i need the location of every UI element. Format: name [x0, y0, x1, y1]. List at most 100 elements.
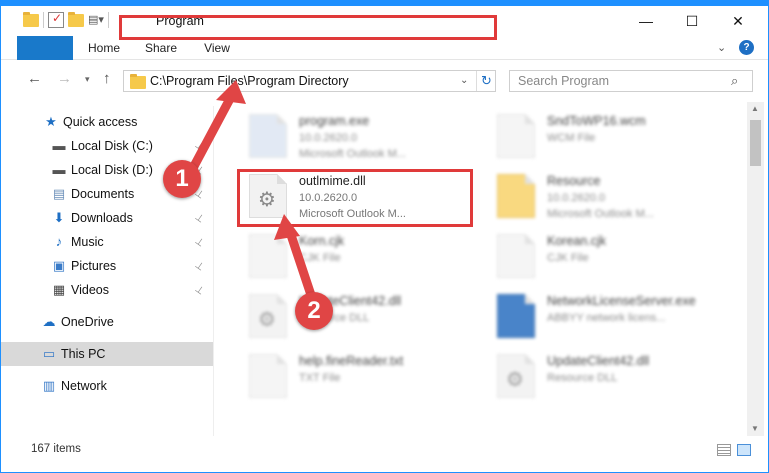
network-icon: ▥ — [42, 378, 56, 393]
tab-home[interactable]: Home — [85, 36, 123, 60]
sidebar-item[interactable]: ▬ Local Disk (C:) ⊥ — [1, 134, 213, 158]
pin-icon[interactable]: ⊥ — [193, 139, 206, 153]
dll-file-icon: ⚙ — [249, 294, 287, 338]
folder-icon — [23, 12, 39, 28]
file-list: program.exe 10.0.2620.0 Microsoft Outlook … — [225, 102, 745, 434]
help-icon[interactable]: ? — [739, 40, 754, 55]
file-name: program.exe — [299, 114, 370, 128]
maximize-button[interactable]: ☐ — [669, 6, 715, 36]
document-icon: ▤ — [52, 186, 66, 201]
address-dropdown-icon[interactable]: ⌄ — [460, 75, 468, 86]
file-description: Microsoft Outlook M... — [299, 208, 406, 220]
details-view-icon[interactable] — [717, 444, 731, 456]
sidebar-item[interactable]: ♪ Music ⊥ — [1, 230, 213, 254]
application-icon — [497, 294, 535, 338]
toolbar-divider — [108, 12, 109, 28]
music-icon: ♪ — [55, 234, 63, 249]
gear-icon: ⚙ — [506, 369, 524, 391]
navigation-bar: ← → ▾ ↑ C:\Program Files\Program Directo… — [1, 60, 768, 96]
search-icon[interactable]: ⌕ — [731, 73, 738, 89]
sidebar-item-label: This PC — [61, 347, 106, 361]
sidebar-item[interactable]: ▭ This PC — [1, 342, 213, 366]
vertical-scrollbar[interactable]: ▲ ▼ — [747, 102, 764, 436]
sidebar-item[interactable]: ▥ Network — [1, 374, 213, 398]
file-detail: CJK File — [299, 252, 341, 264]
file-detail: 10.0.2620.0 — [299, 132, 358, 144]
download-icon: ⬇ — [53, 210, 65, 225]
search-input[interactable]: Search Program ⌕ — [509, 70, 753, 92]
file-item[interactable]: program.exe 10.0.2620.0 Microsoft Outlook … — [237, 106, 487, 164]
drive-icon: ▬ — [52, 138, 66, 153]
file-name: NetworkLicenseServer.exe — [547, 294, 696, 308]
pin-icon[interactable]: ⊥ — [193, 235, 206, 249]
file-detail: ABBYY network licens... — [547, 312, 666, 324]
sidebar-item[interactable]: ⬇ Downloads ⊥ — [1, 206, 213, 230]
sidebar-item-label: Quick access — [63, 115, 138, 129]
dll-file-icon: ⚙ — [497, 354, 535, 398]
drive-icon: ▬ — [52, 162, 66, 177]
sidebar-item-label: Network — [61, 379, 107, 393]
document-icon — [249, 234, 287, 278]
toolbar-divider — [43, 12, 44, 28]
file-name: outlmime.dll — [299, 174, 366, 188]
sidebar-item-label: Local Disk (D:) — [71, 163, 153, 177]
scroll-down-icon[interactable]: ▼ — [751, 424, 759, 433]
pin-icon[interactable]: ⊥ — [193, 259, 206, 273]
file-item[interactable]: Korean.cjk CJK File — [485, 226, 735, 284]
scroll-up-icon[interactable]: ▲ — [751, 104, 759, 113]
address-bar[interactable]: C:\Program Files\Program Directory ⌄ ↻ — [123, 70, 496, 92]
chevron-down-icon[interactable]: ⌄ — [717, 41, 726, 54]
file-item[interactable]: ⚙ UpdateClient42.dll Resource DLL — [237, 286, 487, 344]
tab-view[interactable]: View — [199, 36, 235, 60]
file-item[interactable]: SndToWP16.wcm WCM File — [485, 106, 735, 164]
file-item[interactable]: help.fineReader.txt TXT File — [237, 346, 487, 404]
document-icon — [249, 354, 287, 398]
file-description: Microsoft Outlook M... — [547, 208, 654, 220]
minimize-button[interactable]: — — [623, 6, 669, 36]
large-icons-view-icon[interactable] — [737, 444, 751, 456]
forward-button[interactable]: → — [57, 70, 72, 87]
search-placeholder: Search Program — [518, 74, 610, 88]
status-bar: 167 items — [1, 438, 768, 462]
pin-icon[interactable]: ⊥ — [193, 211, 206, 225]
callout-step-2: 2 — [295, 292, 333, 330]
file-detail: TXT File — [299, 372, 341, 384]
up-button[interactable]: ↑ — [103, 70, 111, 87]
file-item[interactable]: Korn.cjk CJK File — [237, 226, 487, 284]
sidebar-item[interactable]: ☁ OneDrive — [1, 310, 213, 334]
gear-icon: ⚙ — [258, 189, 276, 211]
pane-divider[interactable] — [213, 106, 214, 436]
file-item[interactable]: ⚙ outlmime.dll 10.0.2620.0 Microsoft Outloo… — [237, 166, 487, 224]
file-name: SndToWP16.wcm — [547, 114, 646, 128]
sidebar-item-label: Local Disk (C:) — [71, 139, 153, 153]
sidebar-item[interactable]: ▦ Videos ⊥ — [1, 278, 213, 302]
gear-icon: ⚙ — [258, 309, 276, 331]
close-button[interactable]: ✕ — [715, 6, 761, 36]
file-name: Korn.cjk — [299, 234, 345, 248]
sidebar-item[interactable]: ▣ Pictures ⊥ — [1, 254, 213, 278]
file-item[interactable]: ⚙ UpdateClient42.dll Resource DLL — [485, 346, 735, 404]
file-item[interactable]: Resource 10.0.2620.0 Microsoft Outlook M..… — [485, 166, 735, 224]
refresh-button[interactable]: ↻ — [476, 71, 496, 91]
back-button[interactable]: ← — [27, 70, 42, 87]
pin-icon[interactable]: ⊥ — [193, 283, 206, 297]
sidebar-item[interactable]: ★ Quick access — [1, 110, 213, 134]
properties-icon[interactable] — [48, 11, 64, 28]
new-folder-icon[interactable] — [68, 12, 84, 28]
file-detail: Resource DLL — [547, 372, 618, 384]
recent-locations-button[interactable]: ▾ — [85, 74, 90, 85]
file-item[interactable]: NetworkLicenseServer.exe ABBYY network li… — [485, 286, 735, 344]
sidebar-item-label: Documents — [71, 187, 135, 201]
address-path[interactable]: C:\Program Files\Program Directory — [150, 74, 349, 88]
pictures-icon: ▣ — [52, 258, 66, 273]
explorer-window: ▤▾ Program — ☐ ✕ File Home Share View ⌄ … — [0, 0, 769, 473]
scroll-thumb[interactable] — [750, 120, 761, 166]
tab-share[interactable]: Share — [141, 36, 181, 60]
sidebar-item-label: OneDrive — [61, 315, 114, 329]
file-name: UpdateClient42.dll — [547, 354, 650, 368]
title-bar: ▤▾ Program — ☐ ✕ — [1, 6, 768, 36]
videos-icon: ▦ — [52, 282, 66, 297]
customize-toolbar-icon[interactable]: ▤▾ — [88, 12, 104, 28]
sidebar-item-label: Music — [71, 235, 104, 249]
cloud-icon: ☁ — [42, 314, 56, 329]
